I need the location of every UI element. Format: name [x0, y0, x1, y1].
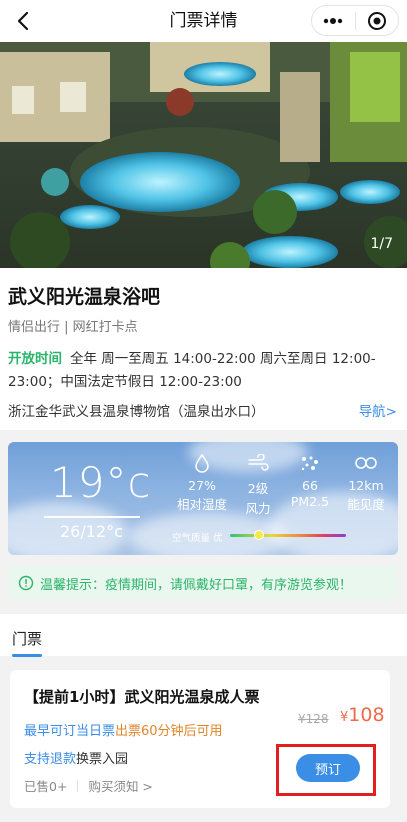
ticket-tab-bar: 门票: [0, 614, 407, 657]
original-price: ¥128: [298, 712, 329, 726]
temperature-range: 26/12°c: [60, 522, 123, 541]
wind-value: 2级: [247, 481, 269, 496]
more-button[interactable]: [312, 6, 355, 35]
tab-active-indicator: [12, 654, 42, 657]
tab-tickets[interactable]: 门票: [12, 628, 42, 649]
attraction-tags: 情侣出行 | 网红打卡点: [8, 320, 138, 335]
air-quality-indicator: [254, 530, 264, 540]
humidity-label: 相对湿度: [176, 497, 227, 512]
sold-count: 已售0+: [24, 779, 68, 794]
ticket-name: 【提前1小时】武义阳光温泉成人票: [24, 688, 260, 706]
top-navbar: 门票详情: [0, 0, 407, 42]
visibility-value: 12km: [348, 478, 384, 493]
purchase-notice-link[interactable]: 购买须知 >: [88, 776, 152, 795]
navigation-link[interactable]: 导航>: [359, 400, 397, 420]
wind-label: 风力: [245, 501, 271, 516]
weather-pm25: 66 PM2.5: [282, 450, 338, 509]
notice-tip: 温馨提示：疫情期间，请佩戴好口罩，有序游览参观！: [8, 566, 398, 600]
weather-humidity: 27% 相对湿度: [174, 450, 230, 513]
current-price-value: 108: [348, 704, 385, 726]
opening-hours-label: 开放时间: [8, 351, 62, 367]
carousel-counter: 1/7: [370, 236, 393, 252]
opening-hours: 开放时间 全年 周一至周五 14:00-22:00 周六至周日 12:00-23:…: [8, 348, 400, 394]
ticket-booking-rule: 最早可订当日票出票60分钟后可用: [24, 720, 223, 739]
pm25-label: PM2.5: [290, 494, 330, 509]
notice-tip-text: 温馨提示：疫情期间，请佩戴好口罩，有序游览参观！: [40, 577, 353, 593]
meta-divider: [77, 779, 79, 792]
visibility-icon: [355, 457, 377, 469]
attraction-address: 浙江金华武义县温泉博物馆（温泉出水口）: [8, 404, 265, 420]
weather-card: 19°c 26/12°c 27% 相对湿度 2级 风力 66 PM2.5 12k…: [8, 442, 398, 555]
close-miniapp-button[interactable]: [356, 6, 399, 35]
opening-hours-text: 全年 周一至周五 14:00-22:00 周六至周日 12:00-23:00；中…: [8, 351, 376, 390]
temperature-divider: [44, 516, 140, 518]
pm25-value: 66: [302, 478, 318, 493]
humidity-drop-icon: [195, 453, 209, 473]
current-temperature: 19°c: [50, 458, 152, 507]
air-quality-bar: [230, 534, 346, 537]
ticket-refund-rule: 支持退款换票入园: [24, 748, 128, 767]
more-dots-icon: [324, 17, 343, 24]
earliest-booking-text: 最早可订当日票: [24, 724, 116, 739]
book-button[interactable]: 预订: [296, 754, 360, 782]
current-price: ¥108: [340, 704, 385, 726]
attraction-name: 武义阳光温泉浴吧: [8, 286, 161, 308]
weather-wind: 2级 风力: [230, 450, 286, 517]
info-circle-icon: [18, 575, 34, 591]
ticket-section: 门票 【提前1小时】武义阳光温泉成人票 最早可订当日票出票60分钟后可用 支持退…: [0, 614, 407, 822]
hot-spring-photo: [0, 42, 407, 268]
pm25-icon: [301, 456, 318, 471]
mini-program-capsule: [311, 5, 399, 36]
usable-after-text: 出票60分钟后可用: [115, 724, 223, 739]
target-icon: [367, 11, 386, 30]
wind-icon: [248, 454, 269, 471]
ticket-card[interactable]: 【提前1小时】武义阳光温泉成人票 最早可订当日票出票60分钟后可用 支持退款换票…: [10, 670, 390, 808]
visibility-label: 能见度: [347, 497, 385, 512]
ticket-meta: 已售0+ 购买须知 >: [24, 776, 153, 795]
humidity-value: 27%: [188, 478, 216, 493]
entry-method-text: 换票入园: [76, 752, 129, 767]
weather-visibility: 12km 能见度: [338, 450, 394, 513]
hero-image-carousel[interactable]: 1/7: [0, 42, 407, 268]
refund-support-text: 支持退款: [24, 752, 77, 767]
attraction-info: 武义阳光温泉浴吧 情侣出行 | 网红打卡点 开放时间 全年 周一至周五 14:00…: [0, 268, 407, 430]
air-quality-label: 空气质量 优: [172, 533, 223, 544]
